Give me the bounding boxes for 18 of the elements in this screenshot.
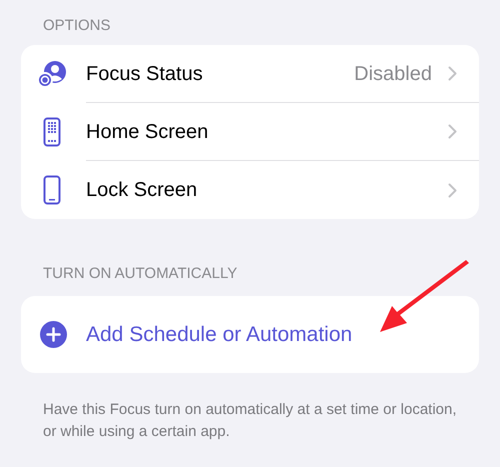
row-label: Lock Screen xyxy=(86,178,198,203)
plus-icon xyxy=(40,321,67,348)
section-header: OPTIONS xyxy=(43,16,112,36)
section-header: TURN ON AUTOMATICALLY xyxy=(43,264,238,284)
settings-row[interactable]: Focus Status Disabled xyxy=(21,45,479,103)
settings-row[interactable]: Home Screen xyxy=(21,103,479,161)
chevron-icon xyxy=(448,66,457,81)
row-label: Home Screen xyxy=(86,120,210,144)
footer-text: Have this Focus turn on automatically at a set time or location, or while using a certain app. xyxy=(43,400,458,442)
add-automation-button[interactable]: Add Schedule or Automation xyxy=(40,318,352,350)
chevron-icon xyxy=(448,182,457,198)
chevron-icon xyxy=(448,124,457,139)
phone-icon xyxy=(43,175,61,205)
phone-grid-icon xyxy=(43,117,61,147)
row-value: Disabled xyxy=(354,62,432,86)
person-icon xyxy=(37,59,67,89)
settings-row[interactable]: Lock Screen xyxy=(21,161,479,219)
row-label: Focus Status xyxy=(86,62,204,86)
